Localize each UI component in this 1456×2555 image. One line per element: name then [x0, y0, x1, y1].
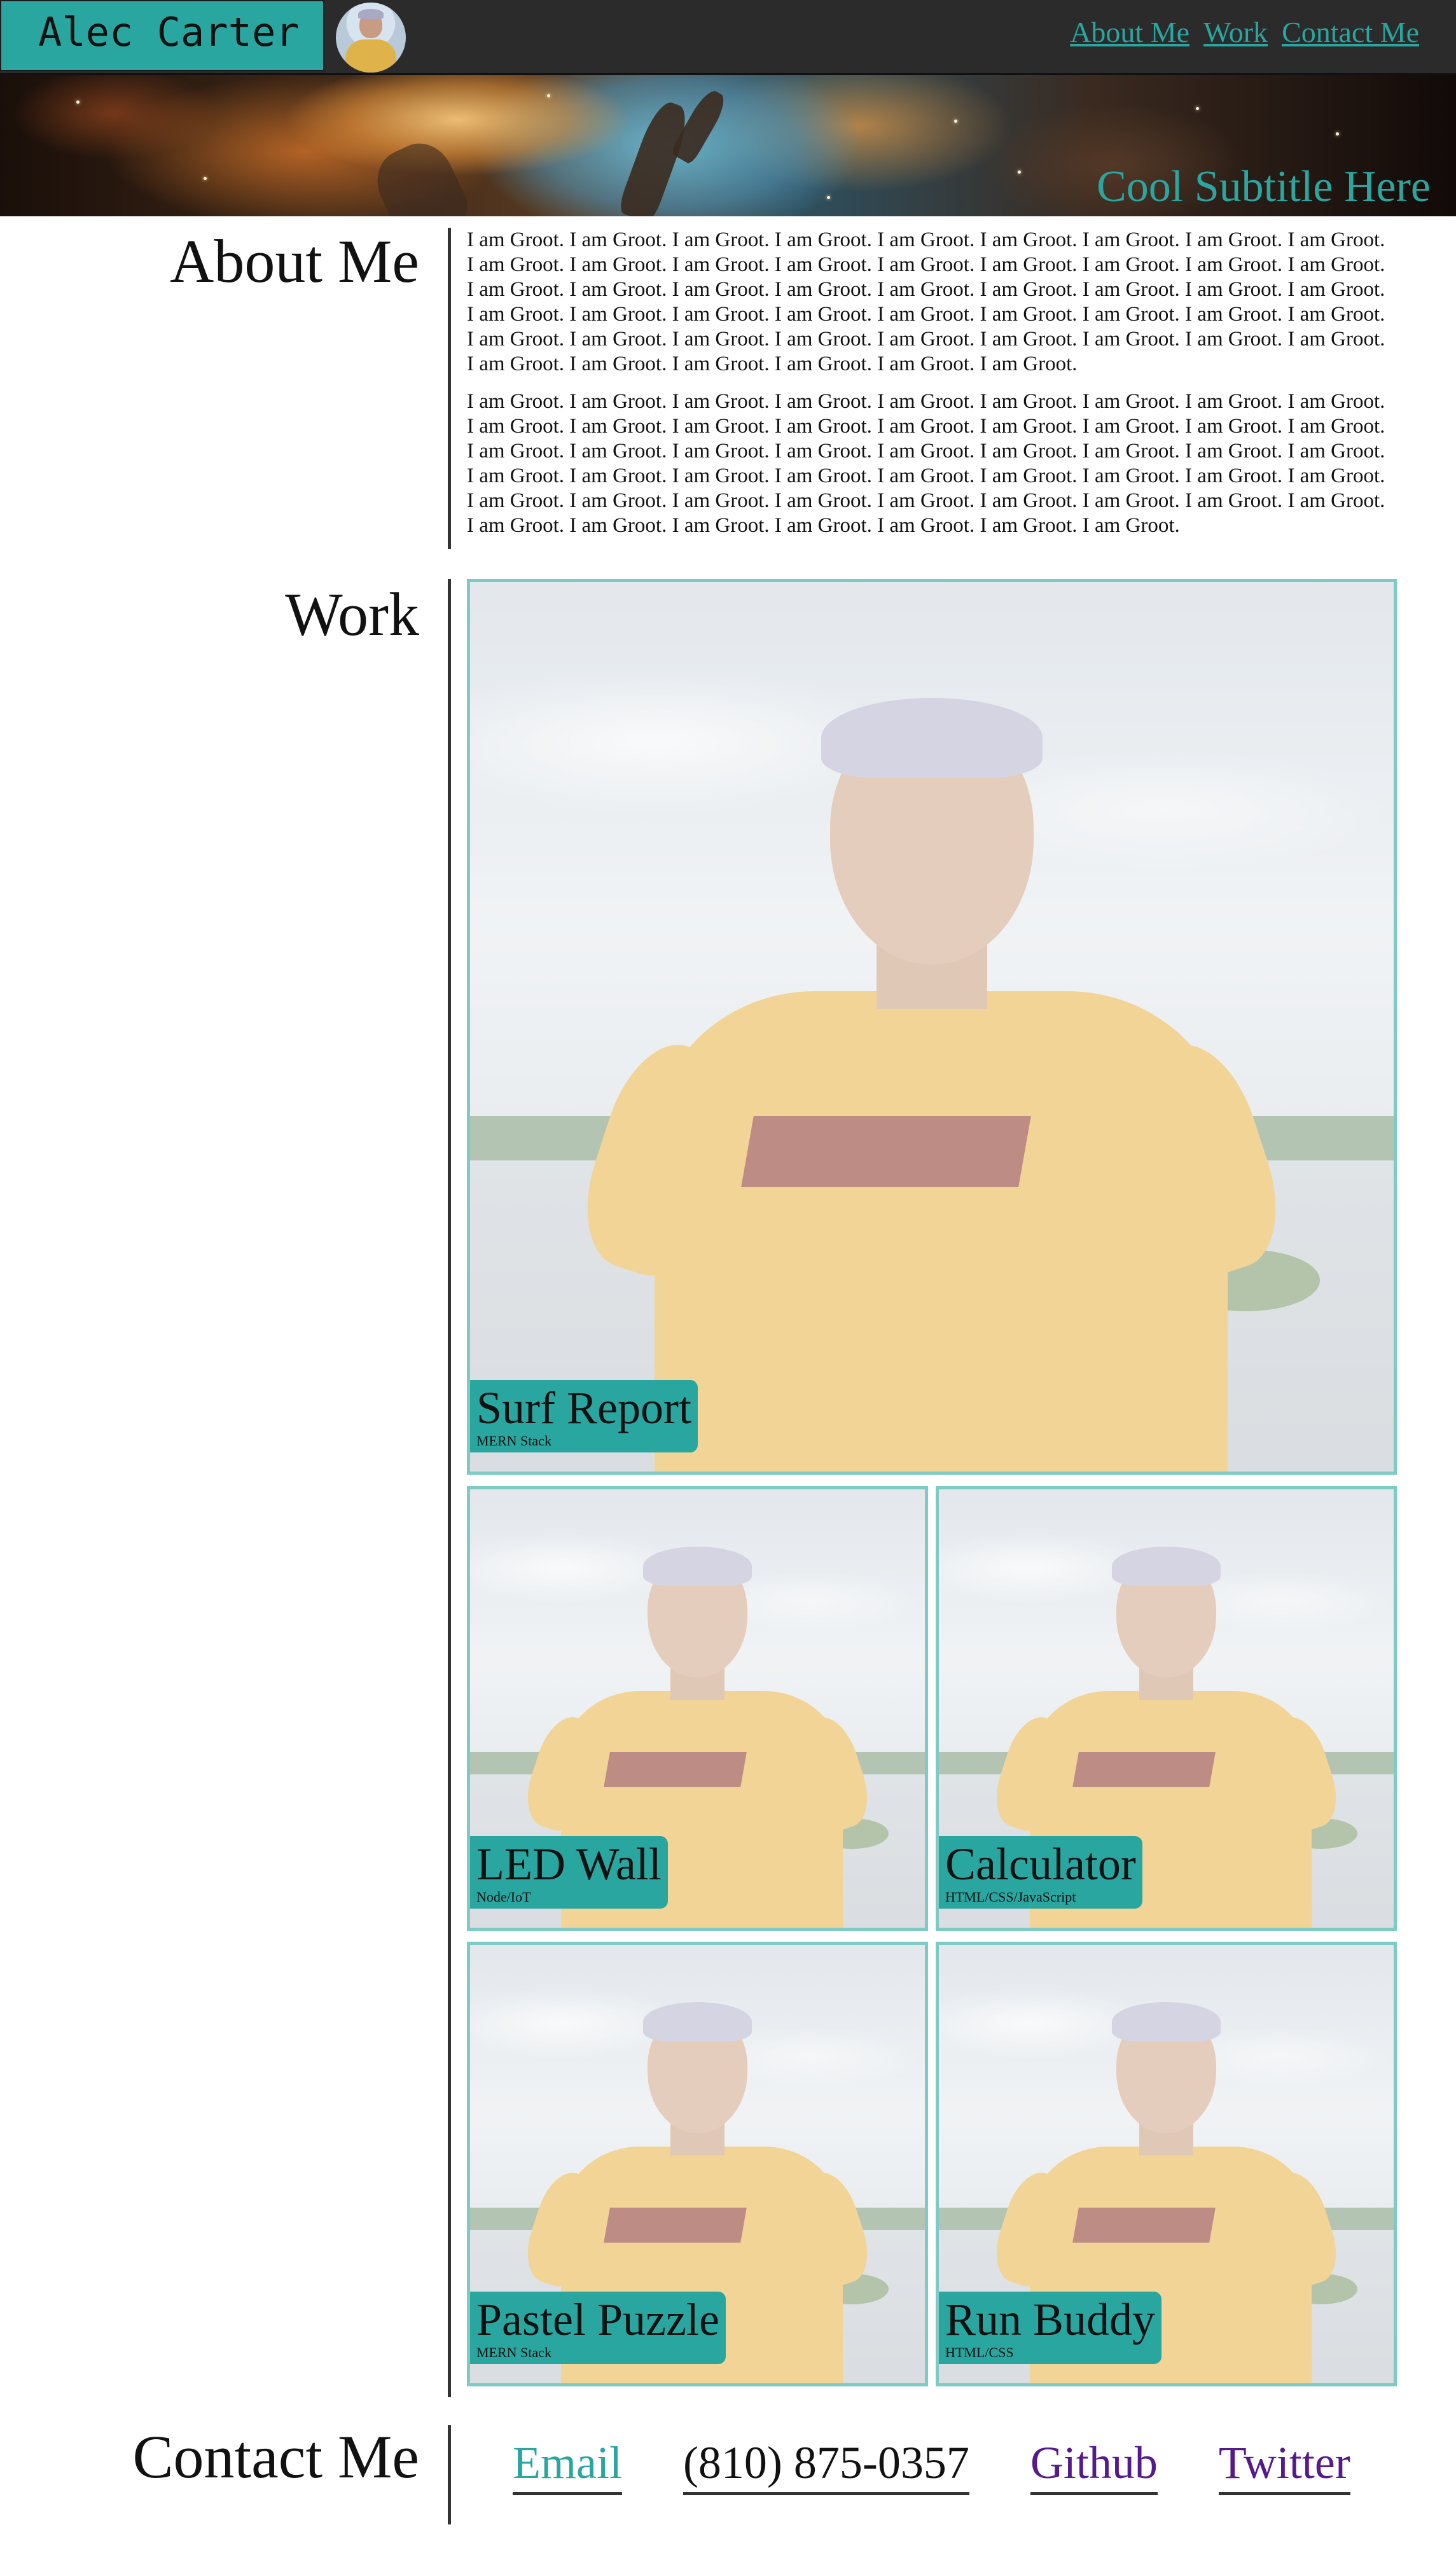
about-paragraph: I am Groot. I am Groot. I am Groot. I am…: [467, 390, 1385, 537]
project-card-pastel-puzzle[interactable]: Pastel Puzzle MERN Stack: [467, 1942, 928, 2386]
project-stack: HTML/CSS/JavaScript: [945, 1889, 1076, 1905]
project-title: Pastel Puzzle: [476, 2294, 719, 2345]
project-stack: MERN Stack: [476, 2344, 551, 2360]
project-label: Calculator HTML/CSS/JavaScript: [939, 1836, 1142, 1909]
brand-block[interactable]: Alec Carter: [0, 0, 324, 71]
project-title: Calculator: [945, 1839, 1136, 1890]
project-card-calculator[interactable]: Calculator HTML/CSS/JavaScript: [936, 1486, 1397, 1931]
project-card-surf-report[interactable]: Surf Report MERN Stack: [467, 579, 1397, 1475]
project-label: Surf Report MERN Stack: [470, 1380, 698, 1452]
about-body: I am Groot. I am Groot. I am Groot. I am…: [467, 228, 1396, 551]
site-header: Alec Carter About Me Work Contact Me: [0, 0, 1456, 75]
about-heading: About Me: [170, 227, 419, 295]
project-card-led-wall[interactable]: LED Wall Node/IoT: [467, 1486, 928, 1931]
project-stack: HTML/CSS: [945, 2344, 1014, 2360]
project-label: LED Wall Node/IoT: [470, 1836, 668, 1909]
contact-heading: Contact Me: [132, 2423, 419, 2491]
brand-name[interactable]: Alec Carter: [38, 9, 300, 55]
contact-divider: [448, 2425, 451, 2524]
contact-links: Email (810) 875-0357 Github Twitter: [513, 2437, 1350, 2495]
project-label: Run Buddy HTML/CSS: [939, 2292, 1162, 2364]
project-stack: MERN Stack: [476, 1433, 551, 1449]
nav-link-work[interactable]: Work: [1203, 15, 1268, 49]
project-stack: Node/IoT: [476, 1889, 531, 1905]
project-card-run-buddy[interactable]: Run Buddy HTML/CSS: [936, 1942, 1397, 2386]
about-divider: [448, 228, 451, 549]
contact-github-link[interactable]: Github: [1030, 2437, 1158, 2495]
avatar: [336, 3, 406, 73]
nav-link-about-me[interactable]: About Me: [1070, 15, 1189, 49]
work-divider: [448, 579, 451, 2397]
nav-link-contact-me[interactable]: Contact Me: [1282, 15, 1419, 49]
project-title: Run Buddy: [945, 2294, 1156, 2345]
banner-subtitle: Cool Subtitle Here: [1097, 162, 1431, 211]
main-nav: About Me Work Contact Me: [1070, 15, 1419, 49]
about-paragraph: I am Groot. I am Groot. I am Groot. I am…: [467, 228, 1385, 375]
hero-banner: Cool Subtitle Here: [0, 75, 1456, 216]
contact-phone-link[interactable]: (810) 875-0357: [683, 2437, 969, 2495]
project-photo: [470, 582, 1394, 1472]
project-label: Pastel Puzzle MERN Stack: [470, 2292, 726, 2364]
project-title: LED Wall: [476, 1839, 662, 1890]
contact-email-link[interactable]: Email: [513, 2437, 622, 2495]
contact-twitter-link[interactable]: Twitter: [1218, 2437, 1350, 2495]
work-heading: Work: [285, 580, 419, 648]
project-title: Surf Report: [476, 1382, 691, 1433]
